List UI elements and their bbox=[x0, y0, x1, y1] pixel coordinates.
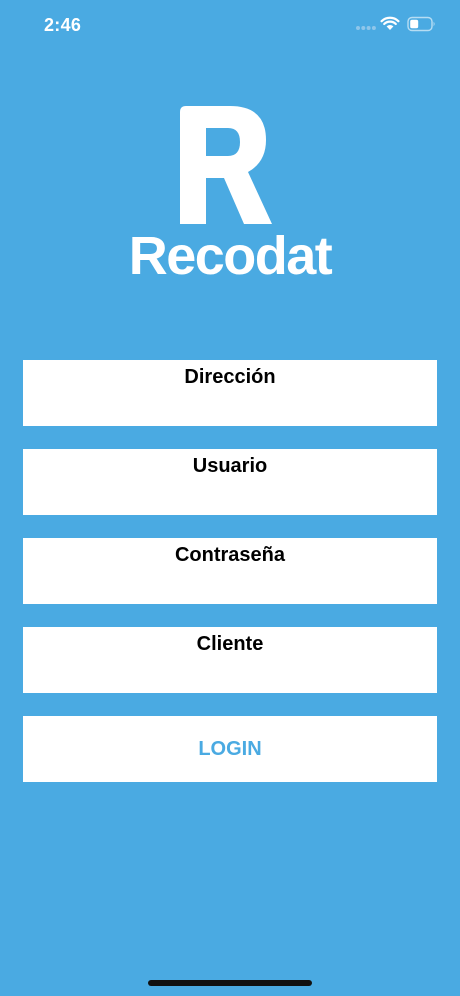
signal-icon bbox=[356, 26, 376, 30]
client-input[interactable] bbox=[33, 661, 427, 689]
address-field[interactable]: Dirección bbox=[23, 360, 437, 426]
username-label: Usuario bbox=[192, 455, 268, 477]
logo-wordmark: Recodat bbox=[128, 226, 333, 286]
app-logo: Recodat bbox=[110, 98, 350, 293]
logo-mark-icon bbox=[180, 106, 272, 224]
password-input[interactable] bbox=[33, 572, 427, 600]
status-bar: 2:46 bbox=[0, 0, 460, 50]
status-time: 2:46 bbox=[44, 15, 82, 35]
login-button[interactable]: LOGIN bbox=[23, 716, 437, 782]
username-input[interactable] bbox=[33, 483, 427, 511]
password-label: Contraseña bbox=[174, 544, 286, 566]
username-field[interactable]: Usuario bbox=[23, 449, 437, 515]
address-input[interactable] bbox=[33, 394, 427, 422]
home-indicator[interactable] bbox=[148, 980, 312, 986]
password-field[interactable]: Contraseña bbox=[23, 538, 437, 604]
wifi-icon bbox=[380, 16, 400, 30]
battery-icon bbox=[407, 16, 435, 32]
address-label: Dirección bbox=[184, 366, 276, 388]
client-field[interactable]: Cliente bbox=[23, 627, 437, 693]
client-label: Cliente bbox=[196, 633, 264, 655]
